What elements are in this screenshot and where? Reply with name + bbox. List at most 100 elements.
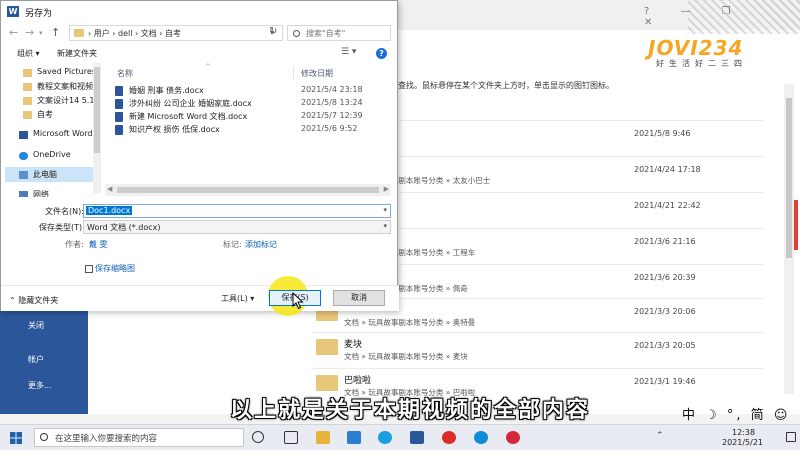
file-name: 知识产权 损伤 低保.docx xyxy=(129,125,220,134)
nav-pane-scrollbar[interactable] xyxy=(93,63,101,193)
file-name: 涉外纠纷 公司企业 婚姻家庭.docx xyxy=(129,99,252,108)
file-row[interactable]: 知识产权 损伤 低保.docx 2021/5/6 9:52 xyxy=(115,124,385,137)
nav-item-saved-pictures[interactable]: Saved Pictures xyxy=(21,67,101,80)
column-divider[interactable] xyxy=(293,66,294,80)
nav-item-microsoft-word[interactable]: Microsoft Word xyxy=(17,129,101,142)
recent-date: 2021/4/21 22:42 xyxy=(634,201,701,210)
tags-value[interactable]: 添加标记 xyxy=(245,239,277,250)
red-marker xyxy=(794,200,798,250)
logo-text: JOVI234 xyxy=(648,36,744,60)
sidebar-close[interactable]: 关闭 xyxy=(28,320,44,331)
author-value[interactable]: 戴 雯 xyxy=(89,239,108,250)
dialog-footer: ⌃ 隐藏文件夹 工具(L) ▾ 保存(S) 取消 xyxy=(1,285,399,311)
file-explorer-icon[interactable] xyxy=(316,431,330,444)
recent-date: 2021/3/3 20:06 xyxy=(634,307,696,316)
column-header-name[interactable]: 名称 xyxy=(117,68,133,79)
chevron-down-icon[interactable]: ▾ xyxy=(383,206,387,214)
address-bar[interactable]: › 用户 › dell › 文档 › 自考 ▾ xyxy=(69,25,283,41)
recent-date: 2021/4/24 17:18 xyxy=(634,165,701,174)
chevron-up-icon[interactable]: ⌃ xyxy=(656,431,664,441)
file-row[interactable]: 涉外纠纷 公司企业 婚姻家庭.docx 2021/5/8 13:24 xyxy=(115,98,385,111)
sidebar-more[interactable]: 更多... xyxy=(28,380,52,391)
clock-date[interactable]: 2021/5/21 xyxy=(722,438,763,447)
filename-input[interactable]: Doc1.docx ▾ xyxy=(83,204,391,218)
scroll-left-icon[interactable]: ◀ xyxy=(107,185,112,193)
navigation-pane: Saved Pictures 教程文案和视频 文案设计14 5.19 自考 Mi… xyxy=(1,63,103,197)
nav-item-design[interactable]: 文案设计14 5.19 xyxy=(21,95,101,108)
recent-locations-icon[interactable]: ▾ xyxy=(39,29,43,37)
chevron-down-icon[interactable]: ▾ xyxy=(383,222,387,230)
hide-folders-button[interactable]: ⌃ 隐藏文件夹 xyxy=(9,295,58,306)
logo-subtext: 好生活好二三四 xyxy=(656,59,747,68)
word-taskbar-icon[interactable] xyxy=(410,431,424,444)
view-options-icon[interactable]: ☰ ▾ xyxy=(341,47,356,57)
up-arrow-icon[interactable]: ↑ xyxy=(51,26,60,39)
scrollbar-thumb[interactable] xyxy=(117,187,379,193)
filetype-value: Word 文档 (*.docx) xyxy=(87,223,161,232)
address-path: › 用户 › dell › 文档 › 自考 xyxy=(88,29,182,38)
scroll-right-icon[interactable]: ▶ xyxy=(384,185,389,193)
dialog-title: 另存为 xyxy=(25,9,53,19)
mail-icon[interactable] xyxy=(347,431,361,444)
browser-icon[interactable] xyxy=(378,431,392,444)
edge-icon[interactable] xyxy=(474,431,488,444)
search-icon xyxy=(40,433,48,441)
file-row[interactable]: 新建 Microsoft Word 文档.docx 2021/5/7 12:39 xyxy=(115,111,385,124)
organize-button[interactable]: 组织 ▾ xyxy=(17,48,40,59)
help-icon[interactable]: ? xyxy=(376,48,387,59)
nav-item-network[interactable]: 网络 xyxy=(17,189,97,197)
scrollbar-thumb[interactable] xyxy=(786,98,792,258)
windows-start-icon[interactable] xyxy=(10,432,22,444)
nav-item-this-pc[interactable]: 此电脑 xyxy=(17,169,97,182)
word-doc-icon xyxy=(115,86,123,96)
filetype-select[interactable]: Word 文档 (*.docx) ▾ xyxy=(83,220,391,234)
channel-logo: JOVI234 好生活好二三四 xyxy=(648,36,774,76)
column-header-date[interactable]: 修改日期 xyxy=(301,68,333,79)
chevron-down-icon: ▾ xyxy=(247,294,255,303)
computer-icon xyxy=(19,171,28,179)
save-thumbnail-label[interactable]: 保存缩略图 xyxy=(95,263,135,274)
recent-date: 2021/3/1 19:46 xyxy=(634,377,696,386)
cloud-icon xyxy=(19,152,28,160)
recent-date: 2021/3/3 20:05 xyxy=(634,341,696,350)
dialog-toolbar: 组织 ▾ 新建文件夹 ☰ ▾ ? xyxy=(1,45,399,63)
scrollbar-thumb[interactable] xyxy=(94,67,100,153)
recent-title: 麦块 xyxy=(344,340,363,350)
sort-indicator-icon: ^ xyxy=(205,63,211,71)
nav-item-zikao[interactable]: 自考 xyxy=(21,109,101,122)
task-view-icon[interactable] xyxy=(284,431,298,444)
folder-icon xyxy=(23,83,32,91)
tools-button[interactable]: 工具(L) ▾ xyxy=(221,293,254,304)
recent-path: 文档 » 玩具故事剧本账号分类 » 奥特曼 xyxy=(344,318,476,327)
recent-folder-row[interactable]: 麦块 文档 » 玩具故事剧本账号分类 » 麦块 2021/3/3 20:05 xyxy=(312,332,764,372)
new-folder-button[interactable]: 新建文件夹 xyxy=(57,48,97,59)
word-doc-icon xyxy=(115,99,123,109)
notification-icon[interactable] xyxy=(786,432,796,442)
taskbar-search-input[interactable]: 在这里输入你要搜索的内容 xyxy=(34,428,244,447)
recent-title: 巴啦啦 xyxy=(344,376,372,386)
file-date: 2021/5/6 9:52 xyxy=(301,124,358,133)
window-controls[interactable]: ? — ❐ ✕ xyxy=(644,6,764,28)
netease-music-icon[interactable] xyxy=(506,431,520,444)
file-list: ^ 名称 修改日期 婚姻 刑事 债务.docx 2021/5/4 23:18 涉… xyxy=(105,63,395,197)
cortana-icon[interactable] xyxy=(252,431,264,443)
file-row[interactable]: 婚姻 刑事 债务.docx 2021/5/4 23:18 xyxy=(115,85,385,98)
save-as-dialog: W 另存为 ← → ▾ ↑ › 用户 › dell › 文档 › 自考 ▾ ↻ … xyxy=(0,0,399,311)
nav-item-onedrive[interactable]: OneDrive xyxy=(17,150,97,163)
word-doc-icon xyxy=(115,125,123,135)
sidebar-account[interactable]: 帐户 xyxy=(28,354,44,365)
recent-scrollbar[interactable] xyxy=(784,84,794,394)
file-list-hscrollbar[interactable]: ◀ ▶ xyxy=(105,184,391,196)
nav-item-tutorials[interactable]: 教程文案和视频 xyxy=(21,81,101,94)
save-thumbnail-checkbox[interactable] xyxy=(85,265,93,273)
file-date: 2021/5/7 12:39 xyxy=(301,111,363,120)
refresh-icon[interactable]: ↻ xyxy=(269,26,277,37)
clock-time[interactable]: 12:38 xyxy=(732,428,755,437)
record-app-icon[interactable] xyxy=(442,431,456,444)
back-arrow-icon[interactable]: ← xyxy=(9,26,18,39)
search-input[interactable]: 搜索"自考" xyxy=(287,25,391,41)
recent-date: 2021/3/6 21:16 xyxy=(634,237,696,246)
forward-arrow-icon[interactable]: → xyxy=(25,26,34,39)
dialog-titlebar[interactable]: W 另存为 xyxy=(1,1,399,23)
cancel-button[interactable]: 取消 xyxy=(333,290,385,306)
